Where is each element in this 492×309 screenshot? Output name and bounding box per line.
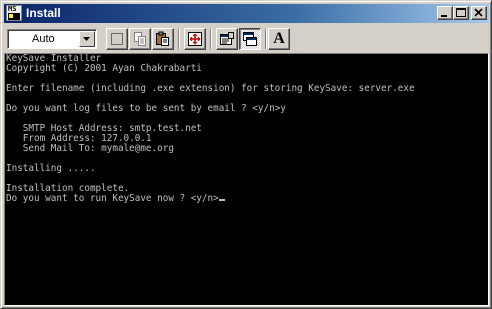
chevron-down-icon [83, 37, 90, 41]
close-button[interactable] [471, 6, 487, 20]
properties-button[interactable] [216, 28, 238, 50]
ms-dos-prompt-icon[interactable]: MS [6, 5, 22, 21]
full-screen-icon [188, 32, 202, 46]
console-output[interactable]: KeySave Installer Copyright (C) 2001 Ayan… [4, 53, 489, 306]
mark-button[interactable] [106, 28, 128, 50]
console-line: Copyright (C) 2001 Ayan Chakrabarti [6, 63, 202, 74]
font-size-value: Auto [32, 33, 55, 45]
minimize-icon [441, 15, 447, 17]
maximize-icon [456, 8, 466, 17]
paste-icon [156, 31, 169, 46]
console-line: Enter filename (including .exe extension… [6, 83, 415, 94]
app-icon-screen [8, 13, 20, 20]
copy-button[interactable] [129, 28, 151, 50]
toolbar: Auto A [4, 25, 489, 53]
console-line: Do you want to run KeySave now ? <y/n> [6, 194, 415, 204]
toolbar-separator [265, 29, 267, 49]
properties-icon [220, 32, 234, 45]
console-line: Do you want log files to be sent by emai… [6, 103, 286, 114]
console-line: Installing ..... [6, 163, 96, 174]
console-text: KeySave Installer Copyright (C) 2001 Ayan… [6, 54, 415, 204]
title-bar[interactable]: MS Install [4, 4, 489, 23]
install-window: MS Install Auto A KeySave Installer Copy… [0, 0, 492, 309]
maximize-button[interactable] [453, 6, 469, 20]
copy-icon [134, 32, 146, 46]
minimize-button[interactable] [437, 6, 453, 20]
font-size-select[interactable]: Auto [7, 29, 97, 49]
paste-button[interactable] [152, 28, 174, 50]
window-title: Install [26, 6, 61, 20]
app-icon-text: MS [8, 5, 17, 13]
console-line: Send Mail To: mymale@me.org [6, 143, 174, 154]
mark-icon [111, 33, 123, 45]
font-size-dropdown-button[interactable] [79, 31, 95, 47]
font-icon: A [273, 30, 285, 47]
close-icon [474, 8, 483, 17]
toolbar-separator [178, 29, 180, 49]
text-cursor [218, 199, 225, 201]
background-icon [243, 32, 257, 46]
toolbar-separator [210, 29, 212, 49]
full-screen-button[interactable] [184, 28, 206, 50]
background-button[interactable] [239, 28, 261, 50]
font-button[interactable]: A [268, 28, 290, 50]
